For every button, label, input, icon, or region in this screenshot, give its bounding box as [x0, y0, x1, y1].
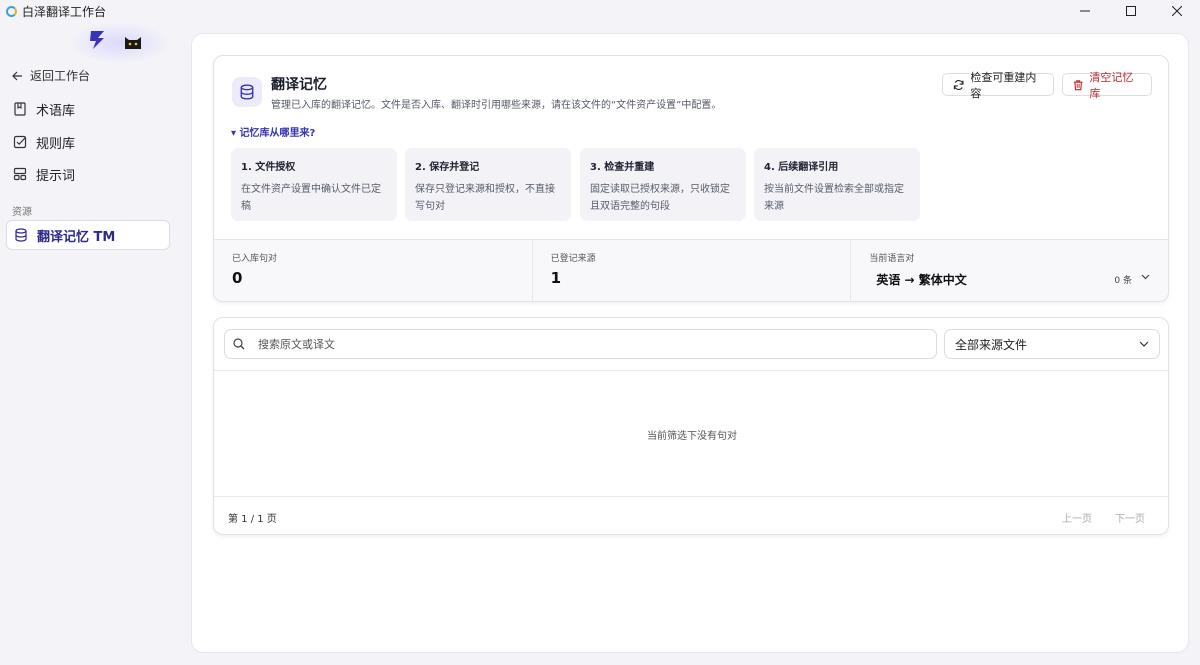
checkbox-icon: [13, 135, 27, 149]
refresh-icon: [953, 79, 964, 90]
chevron-down-icon: [1139, 341, 1149, 347]
stat-label: 已登记来源: [550, 254, 596, 264]
check-rebuild-label: 检查可重建内容: [970, 70, 1037, 100]
brand-glow: [70, 22, 170, 64]
stats-bar: 已入库句对 0 已登记来源 1 当前语言对 英语 → 繁体中文 0 条: [214, 239, 1168, 301]
back-label: 返回工作台: [30, 69, 91, 83]
resources-section-label: 资源: [12, 207, 32, 218]
step-title: 4. 后续翻译引用: [764, 162, 839, 173]
sidebar-item-label: 规则库: [36, 136, 76, 152]
language-pair-selector[interactable]: 当前语言对 英语 → 繁体中文 0 条: [851, 240, 1168, 301]
sidebar-item-rules[interactable]: 规则库: [6, 127, 170, 157]
stat-label: 已入库句对: [232, 254, 278, 264]
empty-state-message: 当前筛选下没有句对: [647, 431, 737, 442]
stat-sources: 已登记来源 1: [533, 240, 852, 301]
search-input[interactable]: [258, 337, 898, 351]
title-bar: 白泽翻译工作台: [0, 0, 1200, 22]
step-description: 固定读取已授权来源，只收锁定且双语完整的句段: [590, 184, 730, 212]
step-card: 1. 文件授权 在文件资产设置中确认文件已定稿: [231, 148, 397, 221]
sidebar: 返回工作台 术语库 规则库 提示词 资源 翻译记忆 TM: [0, 22, 180, 665]
step-description: 按当前文件设置检索全部或指定来源: [764, 184, 904, 212]
window-controls: [1062, 0, 1200, 22]
stat-label: 当前语言对: [869, 254, 915, 264]
translation-memory-card: 翻译记忆 管理已入库的翻译记忆。文件是否入库、翻译时引用哪些来源，请在该文件的“…: [213, 55, 1169, 302]
sidebar-item-label: 提示词: [36, 168, 76, 184]
cat-icon: [125, 37, 141, 49]
clear-memory-button[interactable]: 清空记忆库: [1062, 71, 1152, 100]
page-description: 管理已入库的翻译记忆。文件是否入库、翻译时引用哪些来源，请在该文件的“文件资产设…: [271, 100, 722, 111]
trash-icon: [1073, 79, 1083, 90]
next-page-button[interactable]: 下一页: [1115, 510, 1145, 525]
stat-value: 1: [550, 269, 562, 287]
sidebar-item-translation-memory[interactable]: 翻译记忆 TM: [6, 220, 170, 250]
book-icon: [14, 102, 26, 116]
step-description: 在文件资产设置中确认文件已定稿: [241, 184, 381, 212]
pagination-info: 第 1 / 1 页: [228, 514, 277, 525]
window-title: 白泽翻译工作台: [22, 4, 107, 19]
main-panel: 翻译记忆 管理已入库的翻译记忆。文件是否入库、翻译时引用哪些来源，请在该文件的“…: [191, 33, 1189, 653]
arrow-left-icon: [12, 71, 22, 80]
stat-value: 0: [232, 269, 243, 287]
maximize-icon: [1126, 6, 1136, 16]
clear-memory-label: 清空记忆库: [1089, 70, 1134, 100]
database-icon: [240, 84, 254, 100]
step-description: 保存只登记来源和授权，不直接写句对: [415, 184, 555, 212]
check-rebuild-button[interactable]: 检查可重建内容: [942, 71, 1054, 100]
step-title: 2. 保存并登记: [415, 162, 480, 173]
close-button[interactable]: [1154, 0, 1200, 22]
sentence-list-card: 全部来源文件 当前筛选下没有句对 第 1 / 1 页 上一页 下一页: [213, 317, 1169, 535]
layout-icon: [13, 167, 27, 181]
sidebar-item-label: 术语库: [36, 103, 76, 119]
step-card: 4. 后续翻译引用 按当前文件设置检索全部或指定来源: [754, 148, 920, 221]
sidebar-item-terms[interactable]: 术语库: [6, 94, 170, 124]
sidebar-item-prompts[interactable]: 提示词: [6, 159, 170, 189]
lightning-bolt-icon: [90, 31, 104, 49]
close-icon: [1172, 6, 1182, 16]
memory-source-toggle[interactable]: ▾ 记忆库从哪里来?: [231, 124, 315, 139]
language-pair-value: 英语 → 繁体中文: [876, 273, 967, 287]
database-icon: [15, 228, 27, 242]
divider: [214, 370, 1168, 371]
stat-sentences: 已入库句对 0: [214, 240, 533, 301]
minimize-icon: [1080, 10, 1090, 12]
step-title: 3. 检查并重建: [590, 162, 655, 173]
back-to-workspace-link[interactable]: 返回工作台: [12, 67, 90, 84]
app-logo-icon: [6, 5, 17, 17]
step-card: 2. 保存并登记 保存只登记来源和授权，不直接写句对: [405, 148, 571, 221]
sidebar-item-label: 翻译记忆 TM: [37, 229, 116, 245]
search-box[interactable]: [224, 329, 937, 359]
step-title: 1. 文件授权: [241, 162, 296, 173]
page-title: 翻译记忆: [271, 77, 327, 93]
tm-icon-box: [232, 77, 262, 107]
maximize-button[interactable]: [1108, 0, 1154, 22]
source-file-select[interactable]: 全部来源文件: [944, 329, 1160, 359]
prev-page-button[interactable]: 上一页: [1062, 510, 1092, 525]
language-pair-count: 0 条: [1114, 276, 1133, 286]
chevron-down-icon: [1141, 274, 1150, 280]
minimize-button[interactable]: [1062, 0, 1108, 22]
step-card: 3. 检查并重建 固定读取已授权来源，只收锁定且双语完整的句段: [580, 148, 746, 221]
source-file-select-value: 全部来源文件: [955, 337, 1028, 352]
search-icon: [233, 338, 245, 350]
divider: [214, 496, 1168, 497]
